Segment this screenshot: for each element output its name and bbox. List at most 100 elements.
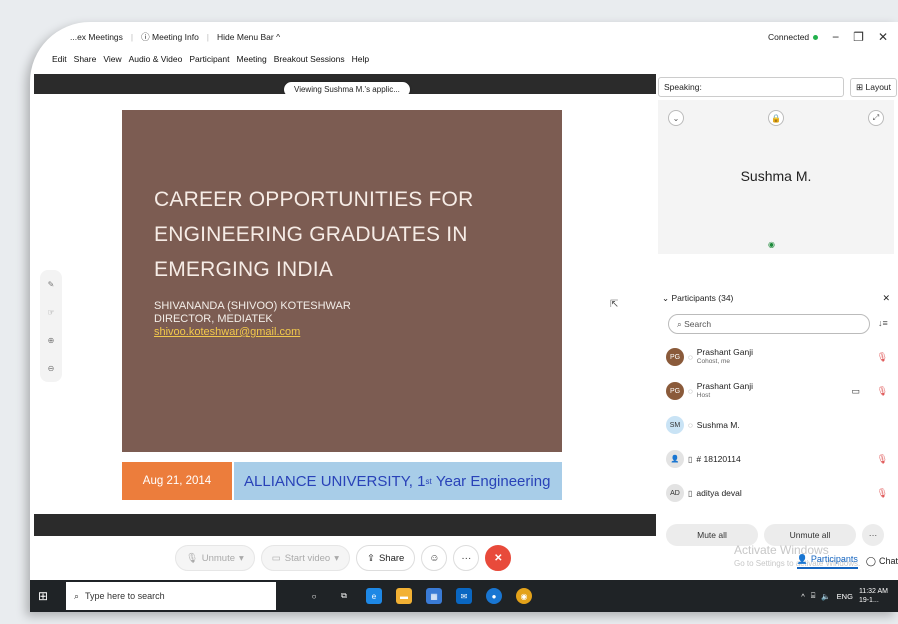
menu-share[interactable]: Share: [74, 54, 97, 70]
speaker-icon: ◌: [688, 352, 693, 362]
tab-participants[interactable]: 👤 Participants: [796, 553, 858, 569]
network-icon[interactable]: ⌸: [811, 591, 816, 601]
cortana-icon[interactable]: ○: [306, 588, 322, 604]
pointer-icon[interactable]: ☞: [47, 308, 54, 317]
list-item[interactable]: 👤 ▯ # 18120114 🎙: [666, 442, 890, 476]
participants-count: Participants (34): [671, 293, 734, 303]
participant-role: Host: [696, 392, 711, 399]
start-video-button[interactable]: ▭ Start video ▾: [260, 545, 350, 571]
chevron-down-icon[interactable]: ▾: [334, 553, 339, 564]
menu-meeting[interactable]: Meeting: [237, 54, 267, 70]
muted-mic-icon[interactable]: 🎙: [877, 352, 888, 363]
clock[interactable]: 11:32 AM 19-1...: [859, 587, 888, 605]
menu-audio-video[interactable]: Audio & Video: [129, 54, 183, 70]
layout-button[interactable]: ⊞ Layout: [850, 77, 898, 97]
menu-edit[interactable]: Edit: [52, 54, 67, 70]
taskbar-apps: ○ ⧉ e ▬ ▦ ✉ ● ◉: [306, 588, 532, 604]
chrome-icon[interactable]: ◉: [516, 588, 532, 604]
avatar: AD: [666, 484, 684, 502]
mouse-pointer-icon: ⇱: [610, 299, 619, 310]
panel-tabs: 👤 Participants ◯ Chat: [658, 547, 898, 575]
search-placeholder: Search: [684, 319, 712, 329]
video-tile: ⌄ 🔒 ⤢ Sushma M. ◉: [658, 100, 894, 254]
mail-icon[interactable]: ✉: [456, 588, 472, 604]
slide-university: ALLIANCE UNIVERSITY, 1st Year Engineerin…: [234, 462, 562, 500]
restore-icon[interactable]: ❐: [853, 30, 864, 44]
more-options-button[interactable]: ···: [862, 524, 884, 546]
slide-author-title: DIRECTOR, MEDIATEK: [154, 313, 273, 325]
clock-time: 11:32 AM: [858, 588, 888, 595]
file-explorer-icon[interactable]: ▬: [396, 588, 412, 604]
participants-header: ⌄ Participants (34) ✕: [662, 290, 894, 306]
separator: |: [206, 32, 210, 42]
zoom-in-icon[interactable]: ⊕: [48, 336, 55, 345]
muted-mic-icon[interactable]: 🎙: [877, 454, 888, 465]
menu-breakout[interactable]: Breakout Sessions: [274, 54, 345, 70]
lock-icon[interactable]: 🔒: [768, 110, 784, 126]
menu-help[interactable]: Help: [352, 54, 369, 70]
end-meeting-button[interactable]: ✕: [485, 545, 512, 571]
tab-participants-label: Participants: [810, 554, 858, 564]
close-icon: ✕: [494, 552, 503, 564]
sort-icon[interactable]: ↓≡: [878, 318, 888, 328]
chevron-down-icon[interactable]: ⌄: [668, 110, 684, 126]
edge-icon[interactable]: e: [366, 588, 382, 604]
unmute-button[interactable]: 🎙 Unmute ▾: [174, 545, 255, 571]
speaker-icon: ◌: [688, 386, 693, 396]
menu-view[interactable]: View: [103, 54, 121, 70]
participant-search-input[interactable]: ⌕ Search: [668, 314, 870, 334]
participant-name: aditya deval: [696, 488, 742, 498]
language-indicator[interactable]: ENG: [837, 592, 853, 601]
close-panel-icon[interactable]: ✕: [882, 293, 890, 304]
volume-icon[interactable]: 🔈: [821, 592, 830, 601]
video-participant-name: Sushma M.: [740, 168, 812, 184]
avatar: SM: [666, 416, 684, 434]
muted-mic-icon[interactable]: 🎙: [877, 386, 888, 397]
person-icon: 👤: [796, 553, 808, 564]
chevron-up-icon[interactable]: ^: [801, 592, 805, 601]
slide-author-name: SHIVANANDA (SHIVOO) KOTESHWAR: [154, 300, 351, 312]
slide-email-link: shivoo.koteshwar@gmail.com: [154, 326, 301, 338]
video-icon: ▭: [271, 552, 281, 564]
meeting-info-button[interactable]: ⓘ Meeting Info: [141, 31, 199, 43]
avatar: PG: [666, 382, 684, 400]
participant-list: PG ◌ Prashant Ganji Cohost, me 🎙 PG ◌ Pra…: [666, 340, 890, 510]
meeting-controls: 🎙 Unmute ▾ ▭ Start video ▾ ⇪ Share ☺ ··· ✕: [30, 538, 656, 578]
meeting-info-label: Meeting Info: [152, 32, 199, 42]
status-dot-icon: [813, 35, 819, 40]
zoom-out-icon[interactable]: ⊖: [48, 364, 55, 373]
reactions-button[interactable]: ☺: [421, 545, 448, 571]
windows-taskbar: ⊞ ⌕ Type here to search ○ ⧉ e ▬ ▦ ✉ ● ◉ ^…: [30, 580, 898, 612]
list-item[interactable]: PG ◌ Prashant Ganji Host ▭ 🎙: [666, 374, 890, 408]
close-icon[interactable]: ✕: [878, 30, 888, 44]
expand-icon[interactable]: ⤢: [868, 110, 884, 126]
menu-bar: Edit Share View Audio & Video Participan…: [52, 54, 369, 70]
store-icon[interactable]: ▦: [426, 588, 442, 604]
webex-icon[interactable]: ●: [486, 588, 502, 604]
annotate-icon[interactable]: ✎: [48, 280, 55, 289]
list-item[interactable]: AD ▯ aditya deval 🎙: [666, 476, 890, 510]
list-item[interactable]: SM ◌ Sushma M.: [666, 408, 890, 442]
tab-chat[interactable]: ◯ Chat: [866, 556, 898, 567]
minimize-icon[interactable]: −: [832, 30, 839, 44]
muted-mic-icon[interactable]: 🎙: [877, 488, 888, 499]
search-icon: ⌕: [74, 590, 80, 601]
title-bar: ...ex Meetings | ⓘ Meeting Info | Hide M…: [30, 22, 898, 52]
collapse-icon[interactable]: ⌄: [662, 293, 671, 304]
list-item[interactable]: PG ◌ Prashant Ganji Cohost, me 🎙: [666, 340, 890, 374]
taskbar-search-input[interactable]: ⌕ Type here to search: [66, 582, 276, 610]
window-controls: Connected − ❐ ✕: [768, 22, 888, 52]
windows-start-icon[interactable]: ⊞: [38, 589, 60, 603]
separator: |: [130, 32, 134, 42]
participant-role: Cohost, me: [696, 358, 731, 365]
taskbar-search-placeholder: Type here to search: [85, 591, 165, 601]
more-options-button[interactable]: ···: [453, 545, 480, 571]
hide-menu-bar-button[interactable]: Hide Menu Bar ^: [217, 32, 280, 42]
annotation-toolbar: ✎ ☞ ⊕ ⊖: [40, 270, 62, 382]
start-video-label: Start video: [284, 552, 331, 564]
share-icon: ⇪: [366, 552, 375, 564]
menu-participant[interactable]: Participant: [189, 54, 229, 70]
share-button[interactable]: ⇪ Share: [355, 545, 416, 571]
task-view-icon[interactable]: ⧉: [336, 588, 352, 604]
chevron-down-icon[interactable]: ▾: [239, 553, 244, 564]
